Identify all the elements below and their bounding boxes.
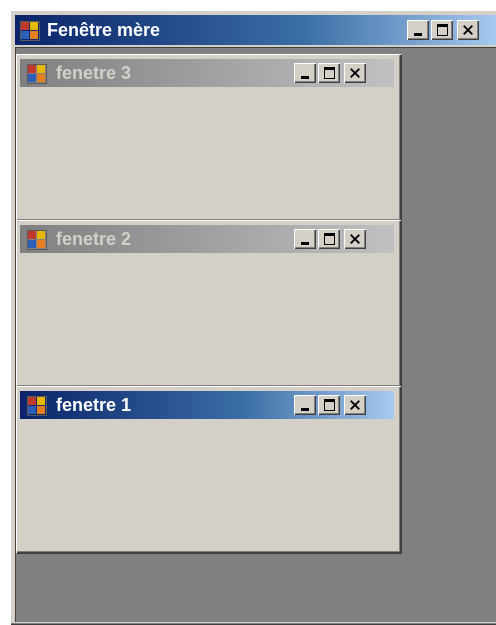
app-window-icon[interactable] <box>27 230 47 250</box>
child-minimize-button[interactable] <box>294 63 316 83</box>
close-icon <box>350 400 360 410</box>
close-icon <box>350 234 360 244</box>
minimize-icon <box>414 33 422 36</box>
mdi-client-area[interactable]: fenetre 3 fenetre 2 fenetre 1 <box>15 47 496 622</box>
parent-window: Fenêtre mère fenetre 3 fenetre 2 fenetre… <box>10 10 496 625</box>
close-icon <box>463 25 473 35</box>
child-maximize-button[interactable] <box>318 395 340 415</box>
child-maximize-button[interactable] <box>318 229 340 249</box>
child-maximize-button[interactable] <box>318 63 340 83</box>
child-caption-buttons <box>294 229 368 249</box>
maximize-icon <box>324 399 335 411</box>
child-window-3[interactable]: fenetre 3 <box>16 54 401 221</box>
parent-minimize-button[interactable] <box>407 20 429 40</box>
minimize-icon <box>301 242 309 245</box>
child-minimize-button[interactable] <box>294 395 316 415</box>
maximize-icon <box>324 233 335 245</box>
child-window-2[interactable]: fenetre 2 <box>16 220 401 387</box>
child-window-title: fenetre 1 <box>56 395 132 415</box>
maximize-icon <box>324 67 335 79</box>
child-close-button[interactable] <box>344 395 366 415</box>
app-window-icon[interactable] <box>27 396 47 416</box>
app-window-icon[interactable] <box>20 21 40 41</box>
minimize-icon <box>301 76 309 79</box>
child-title-bar[interactable]: fenetre 1 <box>20 391 394 419</box>
app-window-icon[interactable] <box>27 64 47 84</box>
child-title-bar[interactable]: fenetre 2 <box>20 225 394 253</box>
minimize-icon <box>301 408 309 411</box>
parent-close-button[interactable] <box>457 20 479 40</box>
child-window-1[interactable]: fenetre 1 <box>16 386 401 553</box>
parent-title-bar[interactable]: Fenêtre mère <box>15 15 496 45</box>
child-caption-buttons <box>294 395 368 415</box>
child-close-button[interactable] <box>344 63 366 83</box>
child-close-button[interactable] <box>344 229 366 249</box>
close-icon <box>350 68 360 78</box>
child-caption-buttons <box>294 63 368 83</box>
parent-window-title: Fenêtre mère <box>47 20 161 40</box>
parent-caption-buttons <box>407 20 481 40</box>
child-window-title: fenetre 2 <box>56 229 132 249</box>
child-window-title: fenetre 3 <box>56 63 132 83</box>
maximize-icon <box>437 24 448 36</box>
child-title-bar[interactable]: fenetre 3 <box>20 59 394 87</box>
child-minimize-button[interactable] <box>294 229 316 249</box>
parent-maximize-button[interactable] <box>431 20 453 40</box>
